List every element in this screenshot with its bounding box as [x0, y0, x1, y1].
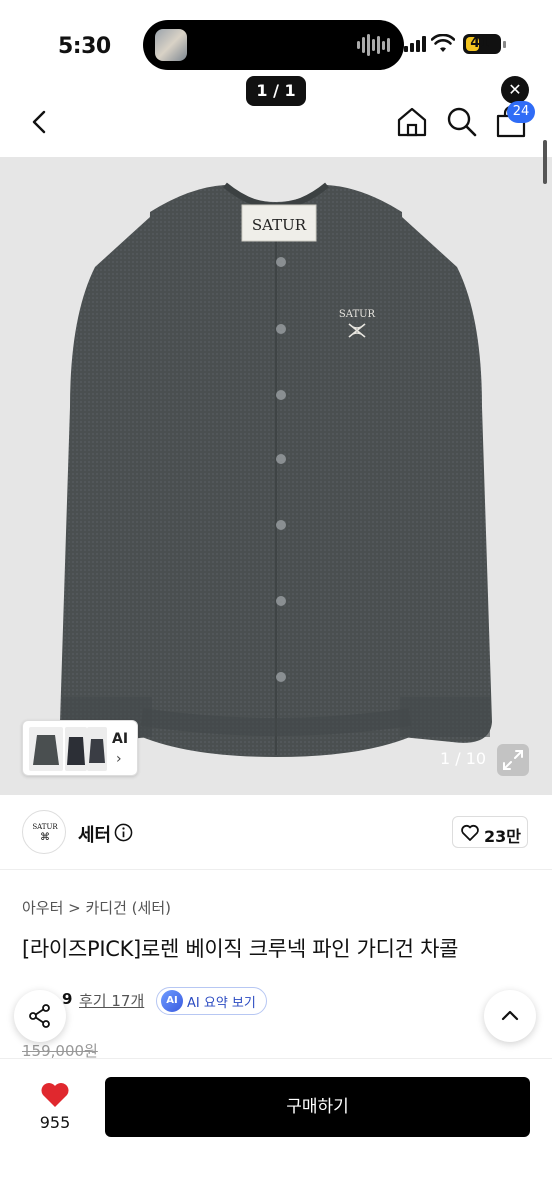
heart-filled-icon[interactable] — [40, 1081, 70, 1109]
search-icon[interactable] — [444, 104, 480, 140]
cart-count-badge: 24 — [507, 101, 535, 123]
now-playing-thumbnail — [155, 29, 187, 61]
neck-label-text: SATUR — [252, 216, 307, 234]
thumbnail-2 — [65, 727, 87, 771]
chevron-left-icon[interactable] — [24, 106, 56, 138]
audio-wave-icon — [357, 34, 390, 56]
dynamic-island[interactable] — [143, 20, 404, 70]
top-nav — [0, 92, 552, 156]
expand-icon[interactable] — [497, 744, 529, 776]
share-icon — [29, 1004, 50, 1028]
ai-summary-label: AI 요약 보기 — [187, 995, 256, 1011]
wifi-icon — [431, 34, 455, 52]
brand-logo-mark: ⌘ — [40, 832, 50, 843]
info-icon[interactable] — [114, 823, 133, 842]
like-count: 955 — [39, 1113, 71, 1132]
ai-summary-button[interactable]: AI AI 요약 보기 — [156, 987, 267, 1015]
home-icon[interactable] — [394, 104, 430, 140]
image-counter: 1 / 10 — [440, 749, 487, 768]
chevron-up-icon — [501, 1010, 519, 1021]
brand-logo[interactable]: SATUR ⌘ — [22, 810, 66, 854]
bottom-purchase-bar: 955 구매하기 — [0, 1058, 552, 1200]
product-image: SATUR SATUR — [60, 182, 492, 757]
brand-logo-text: SATUR — [32, 823, 58, 831]
ai-sparkle-icon: AI — [161, 990, 183, 1012]
cellular-signal-icon — [404, 36, 426, 52]
scroll-indicator[interactable] — [543, 140, 547, 184]
scroll-to-top-button[interactable] — [484, 990, 536, 1042]
heart-outline-icon — [461, 824, 479, 841]
brand-row[interactable]: SATUR ⌘ 세터 23만 — [0, 796, 552, 870]
share-button[interactable] — [14, 990, 66, 1042]
reviews-link[interactable]: 후기 17개 — [79, 990, 144, 1011]
ai-similar-items-thumbnail[interactable]: AI › — [22, 720, 138, 776]
thumbnail-3 — [87, 727, 107, 771]
product-title: [라이즈PICK]로렌 베이직 크루넥 파인 가디건 차콜 — [22, 937, 459, 961]
battery-percent: 41 — [470, 35, 490, 51]
brand-like-count: 23만 — [484, 827, 521, 846]
chest-logo-text: SATUR — [339, 309, 376, 320]
brand-name[interactable]: 세터 — [78, 821, 111, 847]
battery-icon: 41 — [463, 34, 506, 54]
buy-button[interactable]: 구매하기 — [105, 1077, 530, 1137]
thumbnail-1 — [29, 727, 63, 771]
product-image-gallery[interactable]: SATUR SATUR — [0, 157, 552, 795]
ai-label: AI — [112, 731, 129, 747]
chevron-right-icon: › — [116, 751, 122, 767]
brand-like-button[interactable]: 23만 — [452, 816, 528, 848]
breadcrumb[interactable]: 아우터 > 카디건 (세터) — [22, 897, 171, 918]
clock: 5:30 — [58, 34, 111, 59]
